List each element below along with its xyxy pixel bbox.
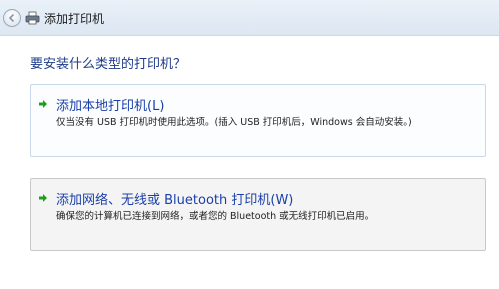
add-network-printer-option[interactable]: 添加网络、无线或 Bluetooth 打印机(W) 确保您的计算机已连接到网络，…	[30, 178, 486, 251]
window-title: 添加打印机	[44, 12, 105, 26]
option-title[interactable]: 添加本地打印机(L)	[56, 95, 164, 114]
add-local-printer-option[interactable]: 添加本地打印机(L) 仅当没有 USB 打印机时使用此选项。(插入 USB 打印…	[30, 84, 486, 157]
option-description: 确保您的计算机已连接到网络，或者您的 Bluetooth 或无线打印机已启用。	[56, 211, 375, 222]
printer-icon	[25, 11, 40, 25]
option-title[interactable]: 添加网络、无线或 Bluetooth 打印机(W)	[56, 189, 293, 208]
option-description: 仅当没有 USB 打印机时使用此选项。(插入 USB 打印机后，Windows …	[56, 117, 412, 128]
title-bar: 添加打印机	[0, 0, 499, 36]
green-arrow-icon	[39, 194, 47, 202]
back-button[interactable]	[3, 9, 21, 27]
page-heading: 要安装什么类型的打印机？	[30, 57, 187, 72]
back-arrow-icon	[8, 13, 15, 23]
green-arrow-icon	[39, 100, 47, 108]
